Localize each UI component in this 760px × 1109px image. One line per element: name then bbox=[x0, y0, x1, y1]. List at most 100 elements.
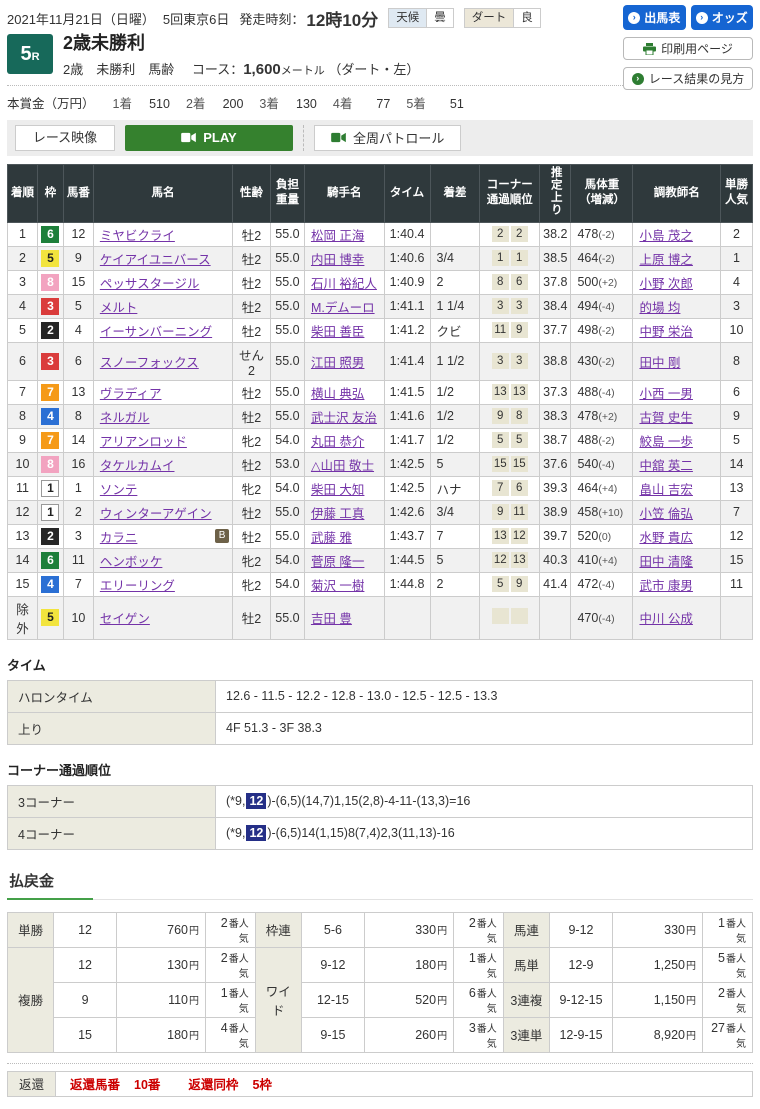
trainer-link[interactable]: 田中 剛 bbox=[639, 356, 680, 370]
frame-cell: 3 bbox=[37, 342, 63, 380]
horse-link[interactable]: セイゲン bbox=[100, 612, 150, 626]
result-guide-button[interactable]: › レース結果の見方 bbox=[623, 67, 753, 90]
trainer-link[interactable]: 小笠 倫弘 bbox=[639, 507, 692, 521]
race-date: 2021年11月21日（日曜） bbox=[7, 9, 155, 28]
trainer-link[interactable]: 小野 次郎 bbox=[639, 277, 692, 291]
payout-amount: 1,150 bbox=[654, 993, 685, 1007]
body-weight-diff: (0) bbox=[598, 531, 611, 543]
horse-link[interactable]: ソンテ bbox=[100, 483, 138, 497]
refund-label: 返還 bbox=[8, 1071, 56, 1096]
col-body-weight: 馬体重 （増減） bbox=[571, 164, 633, 222]
jockey-link[interactable]: 武士沢 友治 bbox=[311, 411, 377, 425]
sex-age-cell: 牡2 bbox=[233, 294, 271, 318]
trainer-link[interactable]: 武市 康男 bbox=[639, 579, 692, 593]
horse-link[interactable]: イーサンバーニング bbox=[100, 325, 212, 339]
horse-link[interactable]: エリーリング bbox=[100, 579, 175, 593]
payout-heading: 払戻金 bbox=[7, 870, 753, 900]
horse-link[interactable]: メルト bbox=[100, 301, 138, 315]
horse-link[interactable]: ネルガル bbox=[100, 411, 150, 425]
trainer-link[interactable]: 水野 貴広 bbox=[639, 531, 692, 545]
payout-heading-label: 払戻金 bbox=[7, 870, 93, 900]
jockey-link[interactable]: 石川 裕紀人 bbox=[311, 277, 377, 291]
trainer-link[interactable]: 中舘 英二 bbox=[639, 459, 692, 473]
jockey-link[interactable]: 内田 博幸 bbox=[311, 253, 364, 267]
play-video-button[interactable]: PLAY bbox=[125, 125, 293, 151]
result-row: 10816タケルカムイ牡253.0△山田 敬士1:42.55151537.654… bbox=[8, 452, 753, 476]
jockey-link[interactable]: 柴田 善臣 bbox=[311, 325, 364, 339]
jockey-link[interactable]: 武藤 雅 bbox=[311, 531, 352, 545]
win-popularity: 6 bbox=[733, 385, 740, 399]
frame-cell: 5 bbox=[37, 596, 63, 639]
corner4-row: 4コーナー (*9,12)-(6,5)14(1,15)8(7,4)2,3(11,… bbox=[8, 817, 753, 849]
popularity-unit: 番人気 bbox=[477, 954, 497, 980]
horse-link[interactable]: ヴラディア bbox=[100, 387, 162, 401]
finish-position-cell: 2 bbox=[8, 246, 38, 270]
jockey-link[interactable]: 横山 典弘 bbox=[311, 387, 364, 401]
jockey-link[interactable]: 松岡 正海 bbox=[311, 229, 364, 243]
jockey-link[interactable]: △山田 敬士 bbox=[311, 459, 374, 473]
entries-button[interactable]: › 出馬表 bbox=[623, 5, 686, 30]
jockey-link[interactable]: 江田 照男 bbox=[311, 356, 364, 370]
trainer-link[interactable]: 中川 公成 bbox=[639, 612, 692, 626]
jockey-link[interactable]: 伊藤 工真 bbox=[311, 507, 364, 521]
finish-position: 6 bbox=[19, 354, 26, 368]
camera-icon bbox=[181, 132, 196, 143]
horse-name-cell: スノーフォックス bbox=[93, 342, 232, 380]
horse-number: 5 bbox=[75, 299, 82, 313]
trainer-link[interactable]: 的場 均 bbox=[639, 301, 680, 315]
patrol-video-button[interactable]: 全周パトロール bbox=[314, 125, 461, 151]
race-conditions: 2歳 未勝利 馬齢 コース：1,600メートル （ダート・左） bbox=[63, 59, 419, 78]
body-weight-cell: 500(+2) bbox=[571, 270, 633, 294]
jockey-link[interactable]: 菊沢 一樹 bbox=[311, 579, 364, 593]
horse-number-cell: 6 bbox=[63, 342, 93, 380]
last-3f-cell: 38.2 bbox=[540, 222, 571, 246]
trainer-link[interactable]: 田中 清隆 bbox=[639, 555, 692, 569]
margin-cell bbox=[430, 222, 480, 246]
trainer-link[interactable]: 古賀 史生 bbox=[639, 411, 692, 425]
race-number: 5 bbox=[20, 43, 31, 66]
jockey-link[interactable]: 柴田 大知 bbox=[311, 483, 364, 497]
corner-order-cell: 59 bbox=[480, 572, 540, 596]
body-weight-cell: 478(+2) bbox=[571, 404, 633, 428]
sex-age-cell: せん2 bbox=[233, 342, 271, 380]
horse-link[interactable]: ウィンターアゲイン bbox=[100, 507, 212, 521]
horse-link[interactable]: スノーフォックス bbox=[100, 356, 199, 370]
popularity-unit: 番人気 bbox=[477, 919, 497, 945]
trainer-link[interactable]: 鮫島 一歩 bbox=[639, 435, 692, 449]
trainer-link[interactable]: 中野 栄治 bbox=[639, 325, 692, 339]
horse-link[interactable]: タケルカムイ bbox=[100, 459, 175, 473]
jockey-link[interactable]: 菅原 隆一 bbox=[311, 555, 364, 569]
horse-link[interactable]: ミヤビクライ bbox=[100, 229, 175, 243]
jockey-link[interactable]: M.デムーロ bbox=[311, 301, 375, 315]
horse-link[interactable]: ペッサスタージル bbox=[100, 277, 200, 291]
margin: 3/4 bbox=[437, 251, 454, 265]
win-popularity: 14 bbox=[730, 457, 744, 471]
jockey-link[interactable]: 吉田 豊 bbox=[311, 612, 352, 626]
trainer-link[interactable]: 小西 一男 bbox=[639, 387, 692, 401]
payout-popularity: 1 bbox=[718, 916, 725, 930]
horse-link[interactable]: アリアンロッド bbox=[100, 435, 187, 449]
print-page-button[interactable]: 印刷用ページ bbox=[623, 37, 753, 60]
finish-position-cell: 12 bbox=[8, 500, 38, 524]
trainer-link[interactable]: 上原 博之 bbox=[639, 253, 692, 267]
finish-position-cell: 10 bbox=[8, 452, 38, 476]
payout-combination-cell: 9-15 bbox=[301, 1017, 364, 1052]
horse-link[interactable]: ケイアイユニバース bbox=[100, 253, 211, 267]
last-3f-cell: 39.7 bbox=[540, 524, 571, 548]
horse-link[interactable]: ヘンボッケ bbox=[100, 555, 163, 569]
last-3f: 37.6 bbox=[543, 457, 567, 471]
trainer-cell: 中舘 英二 bbox=[633, 452, 721, 476]
margin-cell: 1/2 bbox=[430, 380, 480, 404]
odds-button[interactable]: › オッズ bbox=[691, 5, 754, 30]
jockey-link[interactable]: 丸田 恭介 bbox=[311, 435, 364, 449]
horse-link[interactable]: カラニ bbox=[100, 531, 138, 545]
margin: 2 bbox=[437, 275, 444, 289]
odds-label: オッズ bbox=[712, 9, 748, 26]
result-row: 1323Bカラニ牡255.0武藤 雅1:43.77131239.7520(0)水… bbox=[8, 524, 753, 548]
trainer-link[interactable]: 畠山 吉宏 bbox=[639, 483, 692, 497]
body-weight-diff: (-2) bbox=[598, 325, 614, 337]
trainer-link[interactable]: 小島 茂之 bbox=[639, 229, 692, 243]
carried-weight: 53.0 bbox=[275, 457, 299, 471]
payout-popularity-cell: 2番人気 bbox=[454, 912, 504, 947]
sex-age-cell: 牝2 bbox=[233, 476, 271, 500]
